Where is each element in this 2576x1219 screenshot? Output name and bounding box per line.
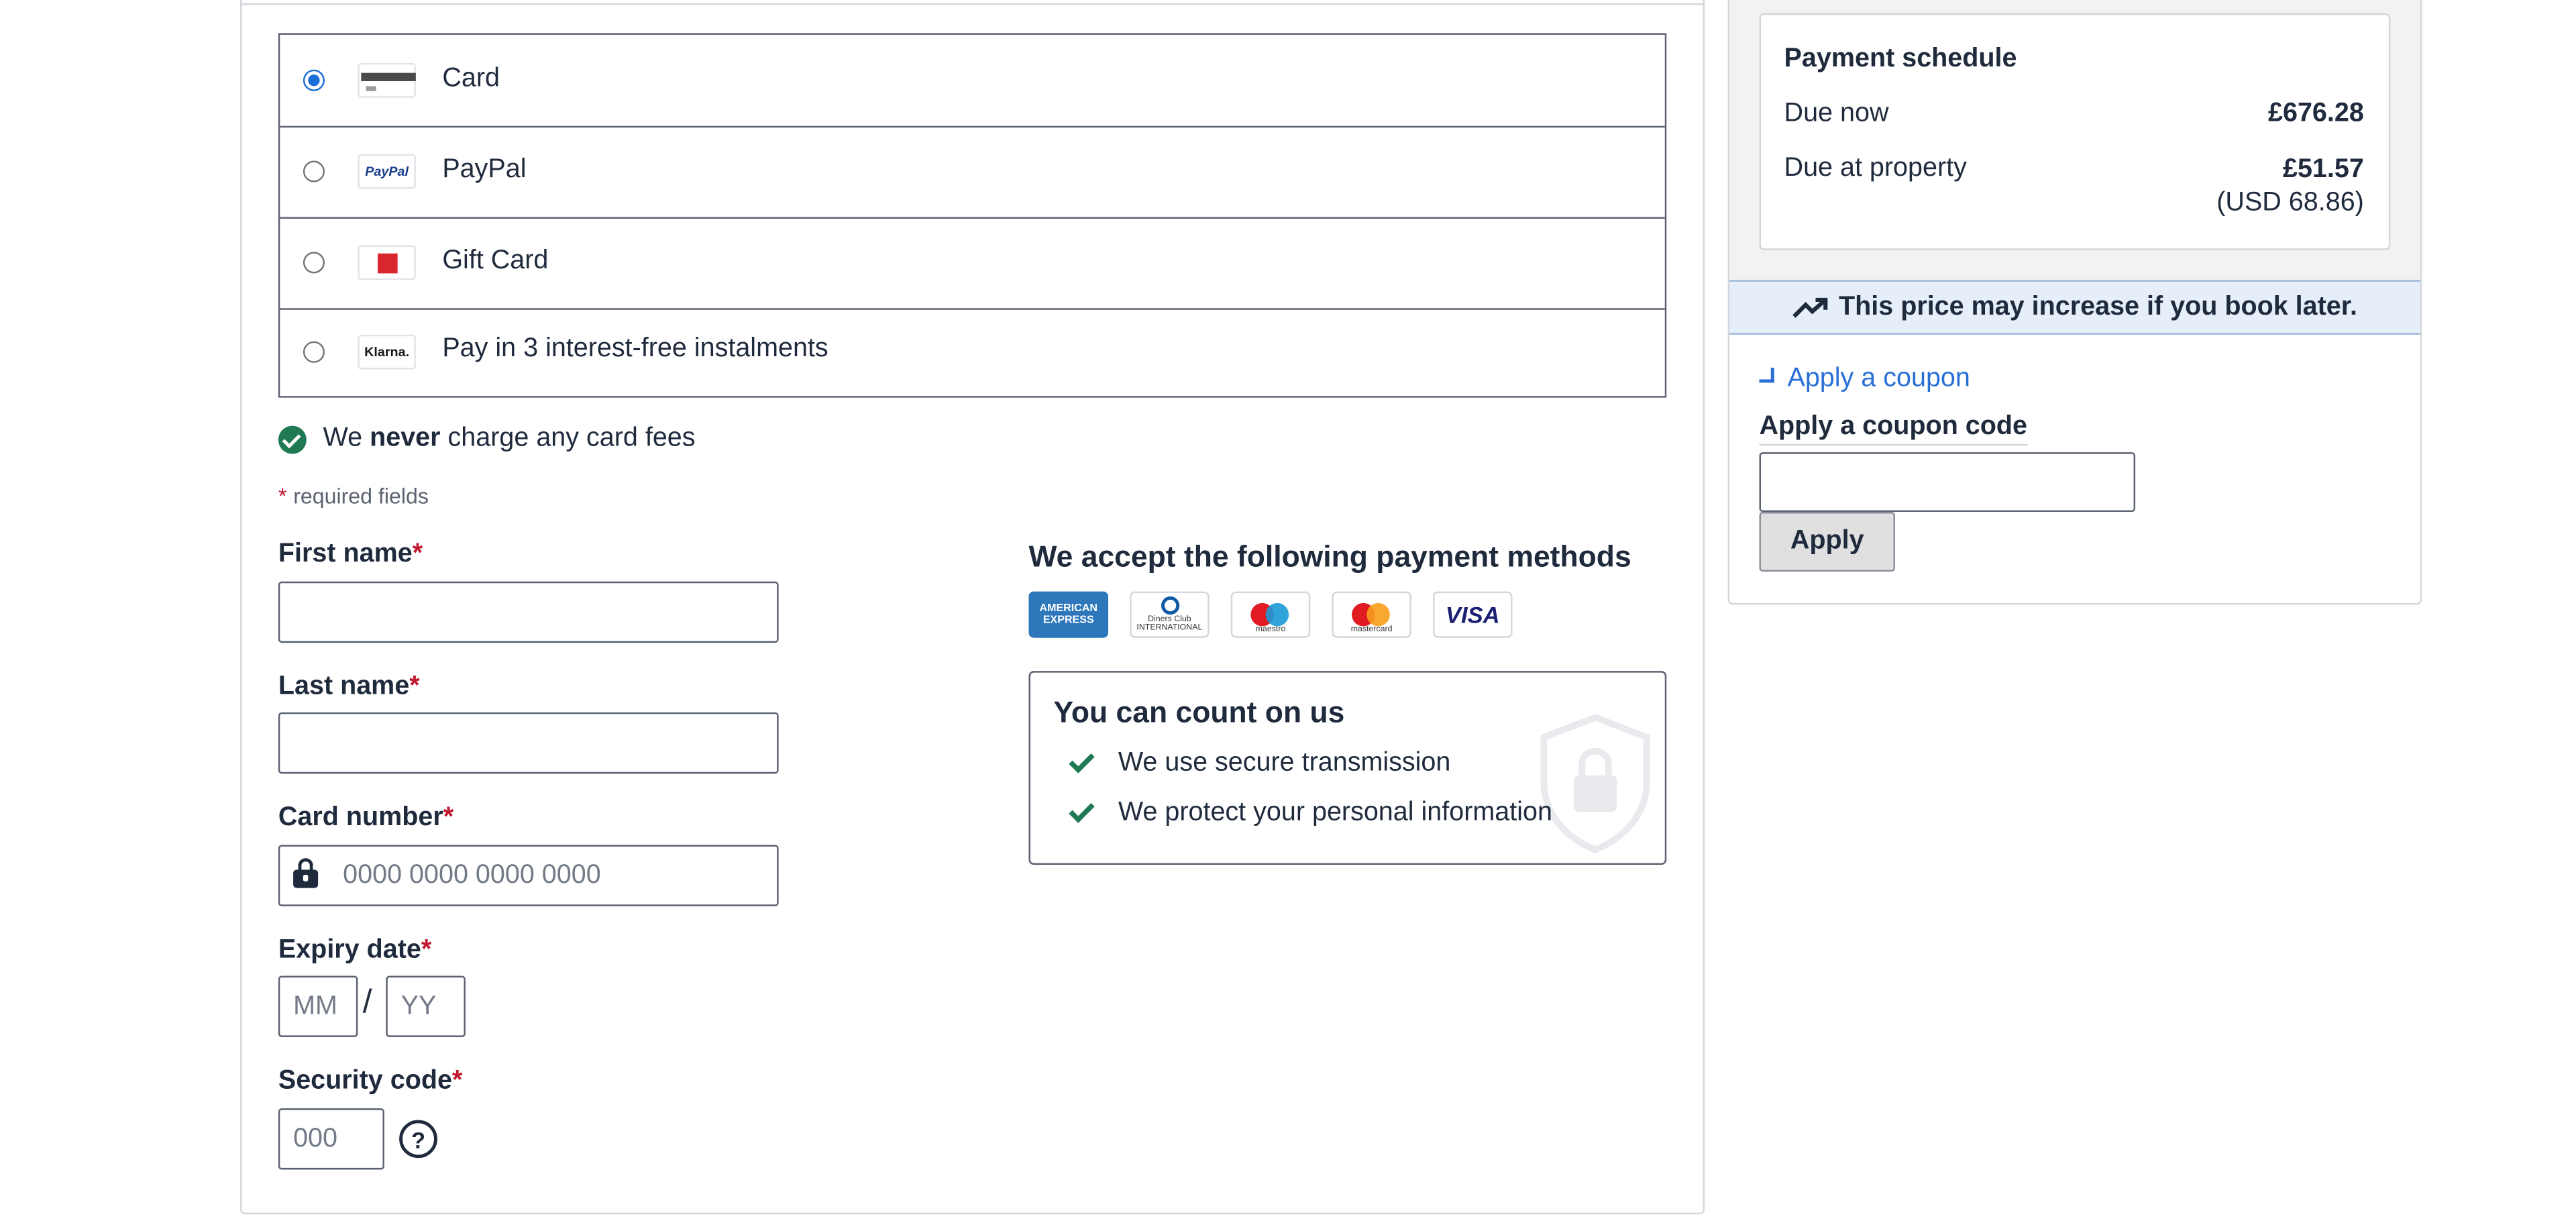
klarna-icon: Klarna. bbox=[358, 334, 416, 370]
price-increase-banner: This price may increase if you book late… bbox=[1729, 280, 2420, 335]
card-number-input[interactable] bbox=[278, 845, 779, 906]
check-icon bbox=[1069, 747, 1095, 774]
due-now-label: Due now bbox=[1784, 99, 1889, 128]
payment-option-label: PayPal bbox=[442, 156, 527, 184]
maestro-icon: maestro bbox=[1230, 591, 1311, 638]
credit-card-icon bbox=[358, 62, 416, 98]
trust-item: We protect your personal information bbox=[1067, 797, 1552, 828]
payment-method-list: Card PayPal PayPal Gift Card Klarna. Pay… bbox=[278, 33, 1667, 398]
coupon-code-input[interactable] bbox=[1759, 452, 2136, 513]
payment-schedule-title: Payment schedule bbox=[1784, 44, 2017, 73]
payment-option-label: Card bbox=[442, 64, 500, 93]
no-fees-note: We never charge any card fees bbox=[278, 424, 696, 454]
gift-card-radio[interactable] bbox=[303, 252, 325, 274]
last-name-label: Last name* bbox=[278, 672, 420, 701]
check-circle-icon bbox=[278, 425, 307, 454]
trust-box: You can count on us We use secure transm… bbox=[1028, 671, 1667, 865]
apply-coupon-button[interactable]: Apply bbox=[1759, 512, 1895, 572]
expiry-month-input[interactable] bbox=[278, 975, 358, 1037]
first-name-input[interactable] bbox=[278, 581, 779, 643]
security-code-label: Security code* bbox=[278, 1067, 463, 1096]
required-fields-note: * required fields bbox=[278, 484, 429, 509]
payment-option-gift-card[interactable]: Gift Card bbox=[280, 219, 1665, 310]
trending-up-icon bbox=[1792, 297, 1828, 317]
expiry-date-label: Expiry date* bbox=[278, 936, 432, 965]
trust-item: We use secure transmission bbox=[1067, 747, 1450, 778]
mastercard-icon: mastercard bbox=[1332, 591, 1411, 638]
payment-option-card[interactable]: Card bbox=[280, 35, 1665, 128]
first-name-label: First name* bbox=[278, 540, 423, 569]
payment-option-label: Gift Card bbox=[442, 246, 549, 275]
help-icon[interactable]: ? bbox=[399, 1120, 437, 1159]
accepted-methods-title: We accept the following payment methods bbox=[1028, 540, 1631, 574]
klarna-radio[interactable] bbox=[303, 341, 325, 363]
lock-icon bbox=[293, 858, 319, 888]
expiry-separator: / bbox=[362, 984, 372, 1021]
payment-option-klarna[interactable]: Klarna. Pay in 3 interest-free instalmen… bbox=[280, 310, 1664, 396]
corner-arrow-icon bbox=[1759, 366, 1774, 382]
shield-lock-icon bbox=[1540, 713, 1650, 854]
gift-card-icon bbox=[358, 245, 416, 280]
payment-option-label: Pay in 3 interest-free instalments bbox=[442, 334, 828, 363]
due-at-property-usd: (USD 68.86) bbox=[2216, 189, 2364, 217]
trust-title: You can count on us bbox=[1053, 696, 1345, 729]
payment-option-paypal[interactable]: PayPal PayPal bbox=[280, 127, 1665, 219]
due-at-property-label: Due at property bbox=[1784, 154, 1967, 182]
visa-icon: VISA bbox=[1433, 591, 1513, 638]
apply-coupon-toggle[interactable]: Apply a coupon bbox=[1759, 364, 1970, 394]
coupon-code-label: Apply a coupon code bbox=[1759, 413, 2028, 446]
check-icon bbox=[1069, 797, 1095, 823]
panel-divider bbox=[240, 3, 1705, 5]
checkout-page: Card PayPal PayPal Gift Card Klarna. Pay… bbox=[0, 0, 2576, 1219]
amex-icon: AMERICAN EXPRESS bbox=[1028, 591, 1109, 638]
card-number-label: Card number* bbox=[278, 803, 454, 832]
due-at-property-value: £51.57 bbox=[2282, 156, 2364, 184]
due-now-value: £676.28 bbox=[2267, 99, 2364, 128]
last-name-input[interactable] bbox=[278, 712, 779, 774]
diners-club-icon: Diners Club INTERNATIONAL bbox=[1130, 591, 1210, 638]
security-code-input[interactable] bbox=[278, 1108, 384, 1170]
expiry-year-input[interactable] bbox=[386, 975, 466, 1037]
card-radio[interactable] bbox=[303, 69, 325, 91]
paypal-radio[interactable] bbox=[303, 160, 325, 182]
paypal-icon: PayPal bbox=[358, 154, 416, 189]
